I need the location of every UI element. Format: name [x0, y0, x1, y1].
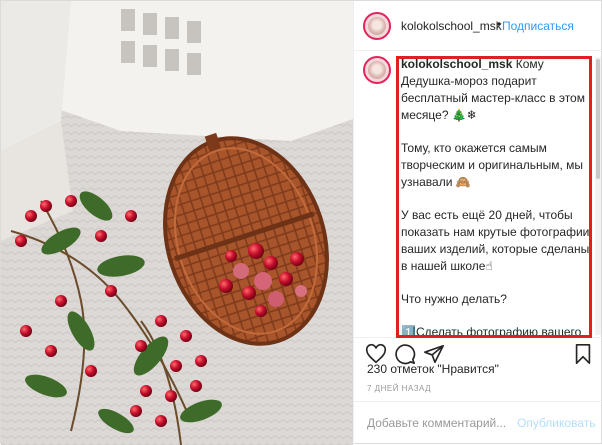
comment-input[interactable]	[367, 414, 527, 432]
post-header: kolokolschool_msk • Подписаться	[354, 1, 602, 51]
post-date[interactable]: 7 ДНЕЙ НАЗАД	[367, 384, 431, 393]
scrollbar-thumb[interactable]	[596, 59, 600, 179]
caption-area[interactable]: kolokolschool_msk Кому Дедушка-мороз под…	[354, 51, 602, 337]
caption-text: kolokolschool_msk Кому Дедушка-мороз под…	[401, 56, 591, 337]
likes-count[interactable]: 230 отметок "Нравится"	[367, 362, 499, 376]
post-image	[1, 1, 353, 445]
post-side-panel: kolokolschool_msk • Подписаться kolokols…	[353, 1, 602, 445]
bookmark-icon[interactable]	[572, 343, 594, 365]
caption-paragraph: У вас есть ещё 20 дней, чтобы показать н…	[401, 208, 590, 273]
header-separator: •	[497, 17, 502, 31]
comment-bar: Опубликовать	[354, 401, 602, 445]
caption-paragraph: Что нужно делать?	[401, 292, 507, 306]
post-photo[interactable]	[1, 1, 353, 445]
avatar[interactable]	[363, 12, 391, 40]
publish-button[interactable]: Опубликовать	[517, 416, 595, 430]
header-username[interactable]: kolokolschool_msk	[401, 19, 502, 33]
caption-avatar[interactable]	[363, 56, 391, 84]
caption-paragraph: Тому, кто окажется самым творческим и ор…	[401, 141, 584, 189]
follow-button[interactable]: Подписаться	[502, 19, 574, 33]
caption-paragraph: 1️⃣Сделать фотографию вашего изделия. Че…	[401, 325, 582, 337]
caption-username[interactable]: kolokolschool_msk	[401, 57, 512, 71]
instagram-post: kolokolschool_msk • Подписаться kolokols…	[0, 0, 602, 445]
